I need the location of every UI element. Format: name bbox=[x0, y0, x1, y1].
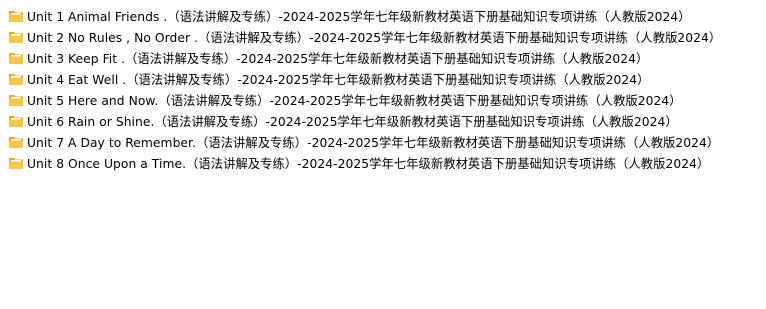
folder-icon bbox=[8, 155, 24, 171]
folder-name: Unit 5 Here and Now.（语法讲解及专练）-2024-2025学… bbox=[27, 93, 682, 108]
folder-icon bbox=[8, 113, 24, 129]
folder-icon bbox=[8, 71, 24, 87]
folder-name: Unit 6 Rain or Shine.（语法讲解及专练）-2024-2025… bbox=[27, 114, 678, 129]
folder-icon bbox=[8, 50, 24, 66]
folder-list: Unit 1 Animal Friends .（语法讲解及专练）-2024-20… bbox=[0, 5, 766, 173]
folder-name: Unit 2 No Rules , No Order .（语法讲解及专练）-20… bbox=[27, 30, 722, 45]
folder-item-unit-1[interactable]: Unit 1 Animal Friends .（语法讲解及专练）-2024-20… bbox=[0, 5, 766, 26]
folder-icon bbox=[8, 92, 24, 108]
folder-item-unit-3[interactable]: Unit 3 Keep Fit .（语法讲解及专练）-2024-2025学年七年… bbox=[0, 47, 766, 68]
folder-icon bbox=[8, 29, 24, 45]
folder-name: Unit 7 A Day to Remember.（语法讲解及专练）-2024-… bbox=[27, 135, 720, 150]
folder-item-unit-6[interactable]: Unit 6 Rain or Shine.（语法讲解及专练）-2024-2025… bbox=[0, 110, 766, 131]
folder-name: Unit 1 Animal Friends .（语法讲解及专练）-2024-20… bbox=[27, 9, 691, 24]
folder-icon bbox=[8, 8, 24, 24]
folder-item-unit-8[interactable]: Unit 8 Once Upon a Time.（语法讲解及专练）-2024-2… bbox=[0, 152, 766, 173]
folder-item-unit-5[interactable]: Unit 5 Here and Now.（语法讲解及专练）-2024-2025学… bbox=[0, 89, 766, 110]
folder-name: Unit 3 Keep Fit .（语法讲解及专练）-2024-2025学年七年… bbox=[27, 51, 649, 66]
folder-name: Unit 4 Eat Well .（语法讲解及专练）-2024-2025学年七年… bbox=[27, 72, 650, 87]
folder-icon bbox=[8, 134, 24, 150]
folder-item-unit-2[interactable]: Unit 2 No Rules , No Order .（语法讲解及专练）-20… bbox=[0, 26, 766, 47]
folder-name: Unit 8 Once Upon a Time.（语法讲解及专练）-2024-2… bbox=[27, 156, 710, 171]
folder-item-unit-4[interactable]: Unit 4 Eat Well .（语法讲解及专练）-2024-2025学年七年… bbox=[0, 68, 766, 89]
folder-item-unit-7[interactable]: Unit 7 A Day to Remember.（语法讲解及专练）-2024-… bbox=[0, 131, 766, 152]
